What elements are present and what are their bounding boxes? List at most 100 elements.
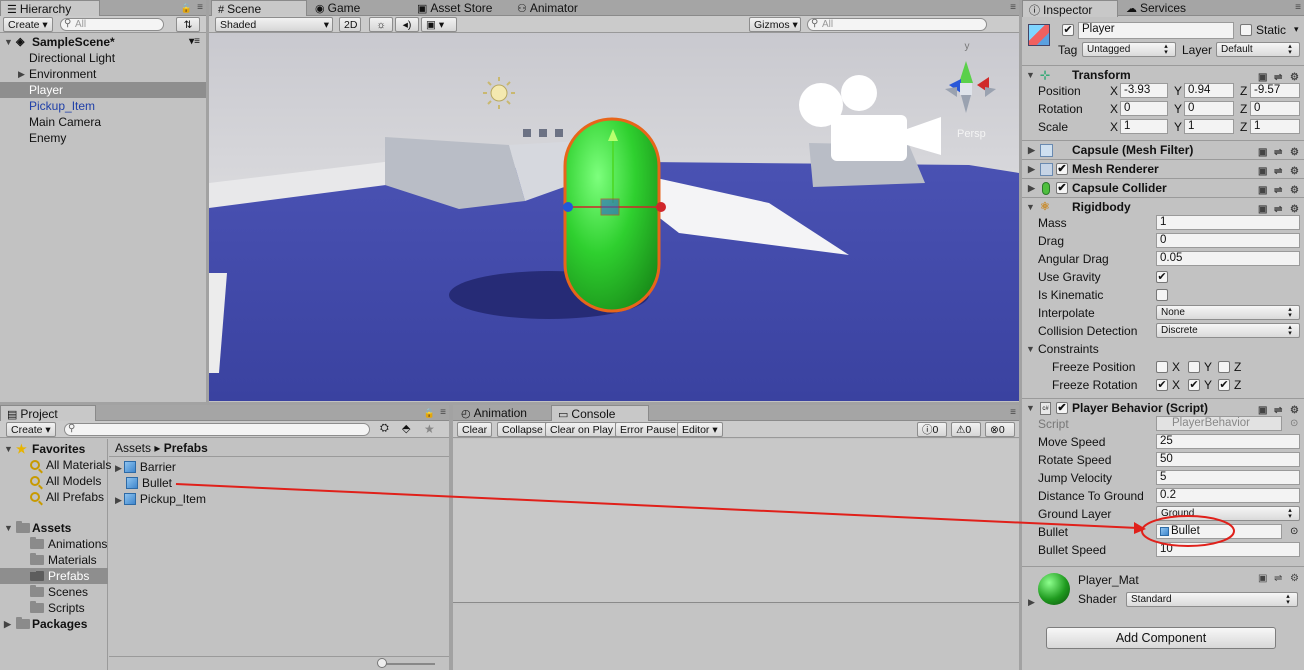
mesh-renderer-enabled-checkbox[interactable]: ✔ — [1056, 163, 1068, 175]
use-gravity-checkbox[interactable]: ✔ — [1156, 271, 1168, 283]
add-component-button[interactable]: Add Component — [1046, 627, 1276, 649]
freeze-rotation-y-checkbox[interactable]: ✔ — [1188, 379, 1200, 391]
favorite-star-icon[interactable]: ★ — [424, 422, 435, 436]
hierarchy-sort-button[interactable]: ⇅ — [176, 17, 200, 32]
bullet-speed-field[interactable]: 10 — [1156, 542, 1300, 557]
gear-icon[interactable]: ⚙ — [1290, 573, 1299, 584]
tab-game[interactable]: ◉ Game — [309, 0, 399, 16]
panel-menu-icon[interactable]: ≡ — [1295, 2, 1301, 13]
favorite-all-prefabs[interactable]: All Prefabs — [30, 489, 104, 505]
tag-dropdown[interactable]: Untagged — [1082, 42, 1176, 57]
help-icon[interactable]: ▣ — [1258, 573, 1267, 584]
static-dropdown-icon[interactable]: ▾ — [1294, 24, 1299, 35]
panel-menu-icon[interactable]: ≡ — [1010, 407, 1016, 418]
tab-hierarchy[interactable]: ☰ Hierarchy — [0, 0, 100, 17]
collapse-button[interactable]: Collapse — [497, 422, 548, 437]
shader-dropdown[interactable]: Standard — [1126, 592, 1298, 607]
script-enabled-checkbox[interactable]: ✔ — [1056, 402, 1068, 414]
rotation-z-field[interactable]: 0 — [1250, 101, 1300, 116]
shading-mode-dropdown[interactable]: Shaded ▾ — [215, 17, 333, 32]
scale-x-field[interactable]: 1 — [1120, 119, 1168, 134]
folder-prefabs[interactable]: Prefabs — [0, 568, 108, 584]
persp-label[interactable]: Persp — [957, 128, 986, 140]
audio-toggle-button[interactable]: ◂) — [395, 17, 419, 32]
scale-y-field[interactable]: 1 — [1184, 119, 1234, 134]
error-pause-button[interactable]: Error Pause — [615, 422, 682, 437]
folder-animations[interactable]: Animations — [30, 536, 107, 552]
capsule-collider-header[interactable]: ▶ ✔ Capsule Collider ▣ ⇌ ⚙ — [1022, 178, 1304, 197]
freeze-rotation-x-checkbox[interactable]: ✔ — [1156, 379, 1168, 391]
hierarchy-search-input[interactable]: ⚲ All — [60, 18, 164, 31]
folder-materials[interactable]: Materials — [30, 552, 97, 568]
x-axis-handle[interactable] — [656, 202, 666, 212]
assets-folder[interactable]: ▼ Assets — [0, 520, 108, 536]
scene-menu-icon[interactable]: ▾≡ — [189, 34, 200, 50]
clear-on-play-button[interactable]: Clear on Play — [545, 422, 619, 437]
project-search-input[interactable]: ⚲ — [64, 423, 370, 436]
tab-animation[interactable]: ◴ Animation — [455, 405, 551, 421]
is-kinematic-checkbox[interactable] — [1156, 289, 1168, 301]
prefab-bullet[interactable]: Bullet — [126, 475, 172, 491]
mesh-renderer-header[interactable]: ▶ ✔ Mesh Renderer ▣ ⇌ ⚙ — [1022, 159, 1304, 178]
static-checkbox[interactable] — [1240, 24, 1252, 36]
mass-field[interactable]: 1 — [1156, 215, 1300, 230]
lock-icon[interactable]: 🔒 — [424, 408, 435, 419]
chevron-right-icon[interactable]: ▶ — [1028, 597, 1035, 608]
object-picker-icon[interactable]: ⊙ — [1290, 523, 1298, 541]
effects-toggle-button[interactable]: ▣ ▾ — [421, 17, 457, 32]
2d-toggle-button[interactable]: 2D — [339, 17, 361, 32]
prefab-pickup-item[interactable]: ▶ Pickup_Item — [115, 491, 206, 507]
folder-scripts[interactable]: Scripts — [30, 600, 85, 616]
collision-detection-dropdown[interactable]: Discrete — [1156, 323, 1300, 338]
position-y-field[interactable]: 0.94 — [1184, 83, 1234, 98]
tab-scene[interactable]: # Scene — [211, 0, 307, 17]
breadcrumb-prefabs[interactable]: Prefabs — [164, 441, 208, 455]
console-log-list[interactable] — [453, 439, 1019, 603]
hierarchy-item-directional-light[interactable]: Directional Light — [0, 50, 206, 66]
mesh-filter-header[interactable]: ▶ Capsule (Mesh Filter) ▣ ⇌ ⚙ — [1022, 140, 1304, 159]
chevron-right-icon[interactable]: ▶ — [18, 66, 25, 82]
panel-menu-icon[interactable]: ≡ — [1010, 2, 1016, 13]
chevron-down-icon[interactable]: ▼ — [4, 34, 13, 50]
console-detail-area[interactable] — [453, 605, 1019, 670]
tab-asset-store[interactable]: ▣ Asset Store — [411, 0, 507, 16]
jump-velocity-field[interactable]: 5 — [1156, 470, 1300, 485]
scale-z-field[interactable]: 1 — [1250, 119, 1300, 134]
rotation-x-field[interactable]: 0 — [1120, 101, 1168, 116]
bullet-reference-field[interactable]: Bullet — [1156, 524, 1282, 539]
gizmos-dropdown[interactable]: Gizmos ▾ — [749, 17, 801, 32]
position-z-field[interactable]: -9.57 — [1250, 83, 1300, 98]
preset-icon[interactable]: ⇌ — [1274, 573, 1282, 584]
distance-to-ground-field[interactable]: 0.2 — [1156, 488, 1300, 503]
rotate-speed-field[interactable]: 50 — [1156, 452, 1300, 467]
freeze-position-z-checkbox[interactable] — [1218, 361, 1230, 373]
warning-count-toggle[interactable]: ⚠0 — [951, 422, 981, 437]
constraints-row[interactable]: ▼ Constraints — [1022, 340, 1304, 358]
editor-dropdown[interactable]: Editor ▾ — [677, 422, 723, 437]
favorites-header[interactable]: ▼ ★ Favorites — [0, 441, 108, 457]
tab-animator[interactable]: ⚇ Animator — [511, 0, 607, 16]
rotation-y-field[interactable]: 0 — [1184, 101, 1234, 116]
scene-viewport[interactable]: y Persp — [209, 33, 1019, 401]
clear-button[interactable]: Clear — [457, 422, 493, 437]
object-name-field[interactable]: Player — [1078, 22, 1234, 39]
log-count-toggle[interactable]: ⓘ0 — [917, 422, 947, 437]
error-count-toggle[interactable]: ⊗0 — [985, 422, 1015, 437]
lock-icon[interactable]: 🔒 — [181, 3, 192, 14]
filter-by-type-icon[interactable]: ⛭ — [380, 422, 389, 435]
active-checkbox[interactable]: ✔ — [1062, 24, 1074, 36]
panel-menu-icon[interactable]: ≡ — [197, 2, 203, 13]
prefab-barrier[interactable]: ▶ Barrier — [115, 459, 176, 475]
hierarchy-item-player[interactable]: Player — [0, 82, 206, 98]
scene-root[interactable]: ▼ ◈ SampleScene* ▾≡ — [0, 34, 206, 50]
packages-folder[interactable]: ▶ Packages — [0, 616, 108, 632]
tab-inspector[interactable]: ⓘ Inspector — [1022, 0, 1118, 17]
hierarchy-item-enemy[interactable]: Enemy — [0, 130, 206, 146]
create-button[interactable]: Create ▾ — [6, 422, 56, 437]
folder-scenes[interactable]: Scenes — [30, 584, 88, 600]
panel-menu-icon[interactable]: ≡ — [440, 407, 446, 418]
freeze-position-x-checkbox[interactable] — [1156, 361, 1168, 373]
tab-services[interactable]: ☁ Services — [1120, 0, 1216, 16]
create-button[interactable]: Create ▾ — [3, 17, 53, 32]
favorite-all-materials[interactable]: All Materials — [30, 457, 111, 473]
